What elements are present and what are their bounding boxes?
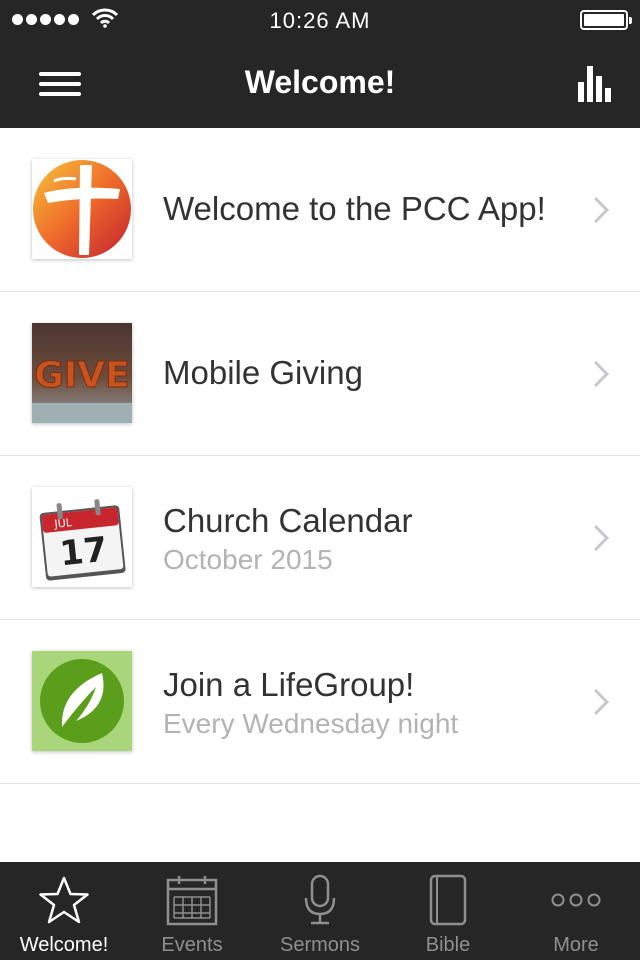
list-item-title: Join a LifeGroup! [163,666,415,703]
status-time: 10:26 AM [269,8,371,33]
tab-label: Sermons [279,934,361,956]
list-item-subtitle: October 2015 [163,544,333,575]
thumbnail: JUL 17 [32,487,132,587]
content-list: Welcome to the PCC App! GIVE Mobile Givi [0,128,640,784]
list-item-mobile-giving[interactable]: GIVE Mobile Giving [0,292,640,456]
give-letters-icon: GIVE [32,323,132,423]
calendar-icon: JUL 17 [32,487,132,587]
list-item-church-calendar[interactable]: JUL 17 Church Calendar October 2015 [0,456,640,620]
tab-bible[interactable]: Bible [384,862,512,960]
thumbnail [32,651,132,751]
list-item-title: Mobile Giving [163,354,363,391]
thumbnail: GIVE [32,323,132,423]
chevron-right-icon [593,196,610,224]
tab-events[interactable]: Events [128,862,256,960]
battery-icon [580,10,632,30]
tab-label: More [553,934,599,956]
status-bar: 10:26 AM [0,0,640,40]
tab-label: Welcome! [19,934,109,956]
give-text: GIVE [34,355,129,396]
navigation-bar: Welcome! [0,40,640,128]
chevron-right-icon [593,360,610,388]
list-item-title: Church Calendar [163,502,413,539]
bar-chart-button[interactable] [574,62,618,106]
cross-logo-icon [32,159,132,259]
top-bar: 10:26 AM Welcome! [0,0,640,128]
list-item-welcome[interactable]: Welcome to the PCC App! [0,128,640,292]
list-item-lifegroup[interactable]: Join a LifeGroup! Every Wednesday night [0,620,640,784]
page-title: Welcome! [244,64,396,100]
book-icon [429,874,467,926]
tab-label: Bible [425,934,471,956]
more-dots-icon [551,893,601,907]
calendar-day: 17 [58,530,109,575]
tab-label: Events [161,934,223,956]
tab-sermons[interactable]: Sermons [256,862,384,960]
tab-more[interactable]: More [512,862,640,960]
tab-welcome[interactable]: Welcome! [0,862,128,960]
calendar-grid-icon [166,876,218,926]
tab-bar: Welcome! Events Sermons Bible More [0,862,640,960]
microphone-icon [304,874,336,925]
bar-chart-icon [578,66,611,102]
chevron-right-icon [593,524,610,552]
leaf-icon [32,651,132,751]
chevron-right-icon [593,688,610,716]
star-icon [39,876,89,924]
list-item-title: Welcome to the PCC App! [163,190,546,227]
calendar-month: JUL [53,516,74,531]
thumbnail [32,159,132,259]
list-item-subtitle: Every Wednesday night [163,708,459,739]
